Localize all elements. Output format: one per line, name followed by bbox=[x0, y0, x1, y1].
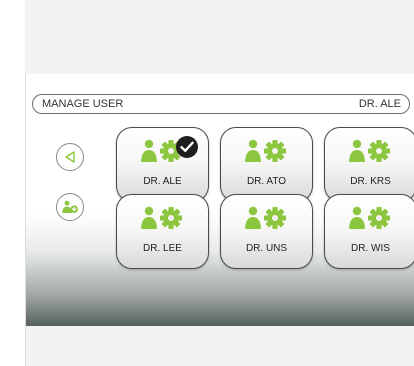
user-settings-icon bbox=[245, 139, 286, 162]
user-tile[interactable]: DR. ALE bbox=[116, 127, 209, 202]
user-tile[interactable]: DR. LEE bbox=[116, 194, 209, 269]
user-tile-label: DR. WIS bbox=[351, 243, 390, 254]
user-tile-icons bbox=[244, 205, 290, 231]
user-settings-icon bbox=[349, 139, 390, 162]
user-tile[interactable]: DR. ATO bbox=[220, 127, 313, 202]
user-tile-label: DR. UNS bbox=[245, 243, 288, 254]
user-tile[interactable]: DR. UNS bbox=[220, 194, 313, 269]
manage-user-header: MANAGE USER DR. ALE bbox=[32, 94, 410, 114]
header-title: MANAGE USER bbox=[42, 98, 124, 110]
user-settings-icon bbox=[349, 206, 390, 229]
user-tile-icons bbox=[140, 205, 186, 231]
user-tile-label: DR. LEE bbox=[143, 243, 182, 254]
header-current-user: DR. ALE bbox=[358, 98, 401, 110]
bottom-empty-area bbox=[26, 326, 414, 366]
user-tile-icons bbox=[348, 138, 394, 164]
triangle-left-icon bbox=[65, 151, 75, 163]
add-user-icon bbox=[62, 200, 78, 213]
checkmark-icon bbox=[176, 136, 198, 158]
back-button[interactable] bbox=[56, 143, 84, 171]
top-empty-area bbox=[25, 0, 414, 74]
add-user-button[interactable] bbox=[56, 193, 84, 221]
user-tile-icons bbox=[348, 205, 394, 231]
user-tile[interactable]: DR. KRS bbox=[324, 127, 414, 202]
user-tile-icons bbox=[244, 138, 290, 164]
user-tile[interactable]: DR. WIS bbox=[324, 194, 414, 269]
user-settings-icon bbox=[141, 206, 182, 229]
user-tile-label: DR. ATO bbox=[246, 176, 287, 187]
user-tile-label: DR. KRS bbox=[350, 176, 391, 187]
user-settings-icon bbox=[245, 206, 286, 229]
user-tile-label: DR. ALE bbox=[143, 176, 182, 187]
